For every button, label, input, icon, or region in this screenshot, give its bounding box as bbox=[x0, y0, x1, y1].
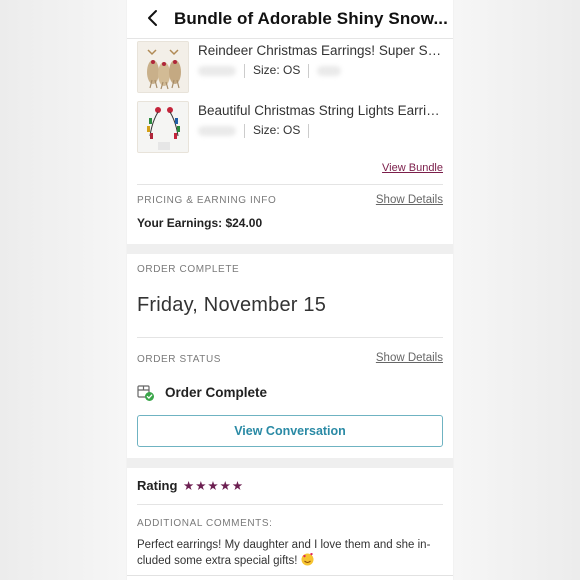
status-show-details-link[interactable]: Show Details bbox=[376, 352, 443, 364]
back-arrow-icon[interactable] bbox=[143, 8, 163, 28]
blurred-price bbox=[198, 65, 236, 76]
bundle-items: Reindeer Christmas Earrings! Super Sp...… bbox=[127, 39, 453, 185]
reindeer-earrings-thumbnail[interactable] bbox=[137, 41, 189, 93]
comment-text: Perfect earrings! My daughter and I love… bbox=[137, 538, 443, 569]
order-complete-label: ORDER COMPLETE bbox=[137, 264, 240, 275]
pricing-label: PRICING & EARNING INFO bbox=[137, 195, 277, 206]
order-status-text: Order Complete bbox=[165, 385, 268, 400]
page-title: Bundle of Adorable Shiny Snow... bbox=[174, 9, 448, 28]
order-status-label: ORDER STATUS bbox=[137, 354, 222, 365]
background-right bbox=[454, 0, 580, 580]
blurred-price bbox=[198, 125, 236, 136]
item-meta: Size: OS bbox=[198, 63, 342, 78]
item-meta: Size: OS bbox=[198, 123, 317, 138]
smiling-face-with-hearts-icon bbox=[301, 553, 314, 566]
order-date: Friday, November 15 bbox=[137, 294, 327, 316]
item-title[interactable]: Reindeer Christmas Earrings! Super Sp... bbox=[198, 43, 443, 58]
pricing-show-details-link[interactable]: Show Details bbox=[376, 194, 443, 206]
divider bbox=[137, 337, 443, 338]
divider bbox=[127, 575, 453, 576]
header-bar: Bundle of Adorable Shiny Snow... bbox=[127, 0, 453, 39]
string-lights-earrings-thumbnail[interactable] bbox=[137, 101, 189, 153]
additional-comments-label: ADDITIONAL COMMENTS: bbox=[137, 518, 273, 529]
pricing-section: PRICING & EARNING INFO Show Details Your… bbox=[127, 185, 453, 244]
list-item[interactable]: Beautiful Christmas String Lights Earrin… bbox=[137, 101, 443, 153]
order-section: ORDER COMPLETE Friday, November 15 ORDER… bbox=[127, 254, 453, 458]
app-screen: Bundle of Adorable Shiny Snow... Reindee… bbox=[127, 0, 453, 580]
star-rating: ★★★★★ bbox=[183, 479, 245, 493]
divider bbox=[137, 504, 443, 505]
rating-label: Rating bbox=[137, 478, 178, 493]
comment-body: Perfect earrings! My daughter and I love… bbox=[137, 539, 431, 567]
list-item[interactable]: Reindeer Christmas Earrings! Super Sp...… bbox=[137, 41, 443, 93]
item-size: Size: OS bbox=[253, 63, 301, 77]
your-earnings: Your Earnings: $24.00 bbox=[137, 216, 263, 230]
view-conversation-button[interactable]: View Conversation bbox=[137, 415, 443, 447]
view-bundle-link[interactable]: View Bundle bbox=[382, 162, 443, 174]
item-title[interactable]: Beautiful Christmas String Lights Earrin… bbox=[198, 103, 443, 118]
rating-section: Rating ★★★★★ ADDITIONAL COMMENTS: Perfec… bbox=[127, 468, 453, 580]
item-size: Size: OS bbox=[253, 123, 301, 137]
package-check-icon bbox=[137, 384, 155, 402]
background-left bbox=[0, 0, 126, 580]
blurred-username bbox=[317, 65, 342, 76]
